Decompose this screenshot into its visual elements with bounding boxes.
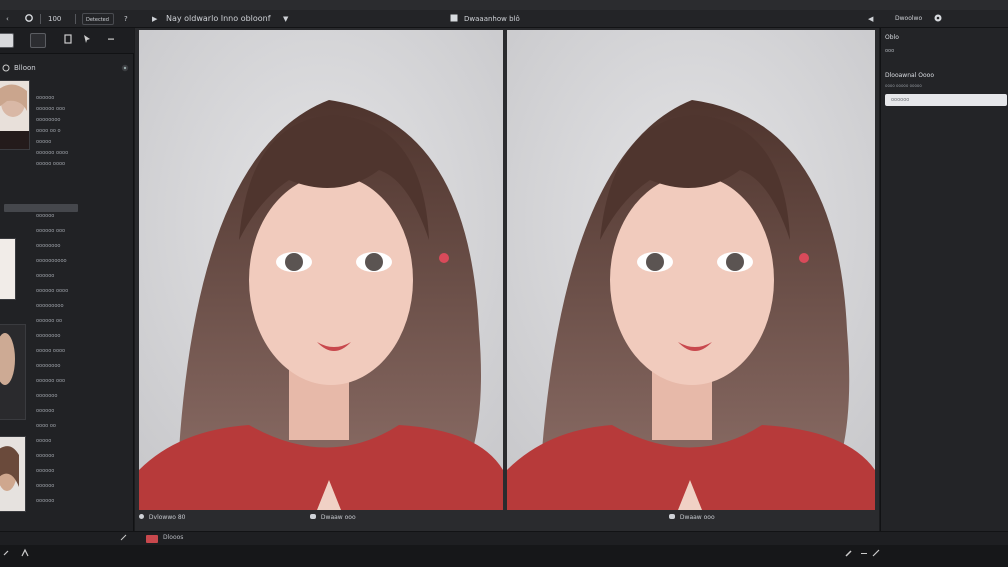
document-title: Nay oldwarlo Inno obloonf (166, 14, 271, 23)
eye-icon (310, 514, 316, 519)
metadata-line: ooooo oooo (36, 161, 66, 167)
metadata-line: oooooo oooo (36, 288, 69, 294)
left-caption: Dvlowwo 80 (139, 514, 185, 528)
metadata-line: oooooo (36, 95, 55, 101)
library-title: Blloon (14, 64, 36, 72)
before-caption: Dwaaw ooo (320, 514, 356, 521)
status-label: Dlooos (163, 534, 184, 541)
divider (75, 14, 76, 24)
metadata-line: oooooo (36, 408, 55, 414)
metadata-line: ooooo (36, 139, 52, 145)
title-bar (0, 0, 1008, 10)
arrow-icon[interactable] (120, 534, 128, 544)
portrait-image (507, 30, 875, 510)
image-thumbnail[interactable] (0, 238, 16, 300)
settings-icon[interactable] (933, 13, 943, 25)
file-label: Dwaaanhow blô (464, 15, 520, 23)
properties-title: Oblo (885, 34, 899, 41)
library-toolbar (0, 28, 134, 54)
pen-icon[interactable] (844, 548, 854, 560)
compare-button[interactable] (62, 33, 74, 48)
section-title: Dlooawnal Oooo (885, 72, 935, 79)
chevron-down-icon[interactable]: ▼ (283, 13, 288, 25)
metadata-line: oooooo (36, 213, 55, 219)
metadata-line: oooooooo (36, 117, 61, 123)
file-icon[interactable] (449, 13, 459, 25)
edited-image-pane[interactable] (507, 30, 875, 510)
panel-label[interactable]: Dwoolwo (895, 13, 922, 25)
zoom-label[interactable]: 100 (48, 13, 61, 25)
metadata-line: ooooooo (36, 393, 58, 399)
eye-icon (669, 514, 675, 519)
section-divider-bar (4, 204, 78, 212)
after-label: Dwaaw ooo (669, 514, 715, 528)
camera-icon[interactable] (24, 13, 34, 25)
filmstrip-button[interactable] (30, 33, 46, 48)
image-thumbnail[interactable] (0, 436, 26, 512)
text-input[interactable]: oooooo (885, 94, 1007, 106)
before-label: Dwaaw ooo (310, 514, 356, 528)
library-header: Blloon (0, 62, 134, 76)
properties-panel: Oblo ooo Dlooawnal Oooo oooo ooooo ooooo… (880, 28, 1008, 531)
status-bar: Dlooos (0, 531, 1008, 545)
grid-view-button[interactable] (0, 33, 14, 48)
metadata-line: ooooooooo (36, 303, 64, 309)
up-arrow-icon[interactable] (20, 548, 30, 560)
back-icon[interactable]: ‹ (6, 13, 9, 25)
image-viewer: Dvlowwo 80 Dwaaw ooo Dwaaw ooo (135, 28, 879, 531)
original-image-pane[interactable] (139, 30, 503, 510)
dot-icon (139, 514, 144, 519)
bottom-bar (0, 545, 1008, 567)
image-thumbnail[interactable] (0, 80, 30, 150)
metadata-line: oooooo ooo (36, 378, 66, 384)
metadata-line: oooo oo o (36, 128, 61, 134)
help-icon[interactable]: ? (124, 13, 128, 25)
after-caption: Dwaaw ooo (679, 514, 715, 521)
metadata-line: oooooooo (36, 363, 61, 369)
metadata-line: oooo oo (36, 423, 56, 429)
collapse-icon[interactable] (121, 64, 129, 74)
metadata-line: oooooo ooo (36, 228, 66, 234)
metadata-line: oooooo oooo (36, 150, 69, 156)
divider (40, 14, 41, 24)
metadata-line: ooooo oooo (36, 348, 66, 354)
minus-icon[interactable] (859, 548, 869, 560)
caret-left-icon[interactable]: ◀ (868, 13, 873, 25)
metadata-line: ooooo (36, 438, 52, 444)
image-size-label: Dvlowwo 80 (148, 514, 186, 521)
metadata-line: oooooo (36, 483, 55, 489)
minus-icon[interactable] (104, 33, 118, 48)
metadata-line: oooooo oo (36, 318, 63, 324)
main-toolbar: ‹ 100 Detected ? ▶ Nay oldwarlo Inno obl… (0, 10, 1008, 28)
properties-sub: ooo (885, 48, 895, 54)
metadata-line: oooooooo (36, 333, 61, 339)
portrait-image (139, 30, 503, 510)
field-label: oooo ooooo ooooo (885, 83, 922, 88)
metadata-line: oooooo (36, 453, 55, 459)
metadata-line: oooooooooo (36, 258, 67, 264)
metadata-line: oooooo (36, 498, 55, 504)
left-arrow-icon[interactable] (2, 548, 12, 560)
play-icon[interactable]: ▶ (152, 13, 157, 25)
image-thumbnail[interactable] (0, 324, 26, 420)
library-panel: Blloon oooooo oooooo ooo oooooooo oooo oo o… (0, 28, 134, 531)
library-icon (2, 64, 10, 74)
mode-label: Detected (86, 17, 109, 23)
mode-select[interactable]: Detected (82, 13, 114, 25)
metadata-line: oooooo (36, 468, 55, 474)
status-color-chip (146, 535, 158, 543)
metadata-line: oooooo (36, 273, 55, 279)
metadata-line: oooooooo (36, 243, 61, 249)
pointer-icon[interactable] (80, 33, 94, 48)
arrow-icon[interactable] (871, 548, 881, 560)
metadata-line: oooooo ooo (36, 106, 66, 112)
